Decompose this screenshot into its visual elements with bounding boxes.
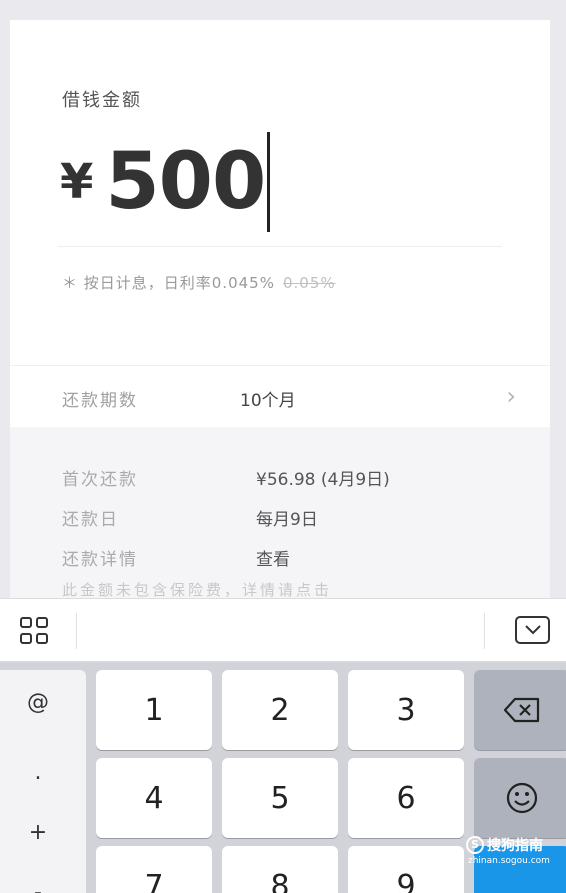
first-repayment-value: ¥56.98 (4月9日) xyxy=(256,470,390,490)
watermark: S 搜狗指南 zhinan.sogou.com xyxy=(466,835,562,875)
key-5[interactable]: 5 xyxy=(222,758,338,838)
watermark-logo: S xyxy=(466,836,484,854)
repayment-day-label: 还款日 xyxy=(62,510,119,530)
watermark-text: 搜狗指南 xyxy=(487,838,543,854)
backspace-icon xyxy=(503,697,541,723)
watermark-url: zhinan.sogou.com xyxy=(468,856,550,866)
key-6[interactable]: 6 xyxy=(348,758,464,838)
amount-label: 借钱金额 xyxy=(62,90,142,111)
repayment-term-row[interactable]: 还款期数 10个月 › xyxy=(10,365,550,427)
key-3[interactable]: 3 xyxy=(348,670,464,750)
amount-input[interactable]: ¥ 500 xyxy=(60,132,271,232)
keyboard-hide-icon[interactable] xyxy=(515,616,550,644)
repayment-detail-link[interactable]: 查看 xyxy=(256,545,290,570)
interest-rate: ＊ 按日计息，日利率0.045% xyxy=(62,274,275,292)
first-repayment-label: 首次还款 xyxy=(62,470,138,490)
key-1[interactable]: 1 xyxy=(96,670,212,750)
repayment-detail-label: 还款详情 xyxy=(62,550,138,570)
term-label: 还款期数 xyxy=(62,391,138,411)
key-8[interactable]: 8 xyxy=(222,846,338,893)
interest-note: ＊ 按日计息，日利率0.045% 0.05% xyxy=(62,272,336,293)
keyboard-toolbar xyxy=(0,598,566,662)
symbol-key-at[interactable]: @ xyxy=(0,690,76,715)
key-2[interactable]: 2 xyxy=(222,670,338,750)
divider xyxy=(58,246,502,247)
key-7[interactable]: 7 xyxy=(96,846,212,893)
symbol-column: @ . + - xyxy=(0,670,86,893)
currency-symbol: ¥ xyxy=(60,154,94,210)
symbol-key-minus[interactable]: - xyxy=(0,880,76,893)
repayment-day-value: 每月9日 xyxy=(256,510,318,530)
symbol-key-plus[interactable]: + xyxy=(0,820,76,845)
text-cursor xyxy=(267,132,271,232)
grid-icon[interactable] xyxy=(20,617,50,645)
toolbar-divider xyxy=(484,613,485,649)
interest-old-rate: 0.05% xyxy=(282,274,336,292)
key-9[interactable]: 9 xyxy=(348,846,464,893)
chevron-right-icon: › xyxy=(506,382,516,410)
watermark-main: S 搜狗指南 xyxy=(466,835,543,855)
symbol-key-dot[interactable]: . xyxy=(0,760,76,785)
emoji-key[interactable] xyxy=(474,758,566,838)
toolbar-divider xyxy=(76,613,77,649)
amount-value: 500 xyxy=(105,137,266,227)
insurance-note: 此金额未包含保险费，详情请点击 xyxy=(62,581,333,599)
term-value: 10个月 xyxy=(240,391,296,411)
amount-section: 借钱金额 ¥ 500 ＊ 按日计息，日利率0.045% 0.05% xyxy=(10,20,550,365)
delete-key[interactable] xyxy=(474,670,566,750)
key-4[interactable]: 4 xyxy=(96,758,212,838)
emoji-icon xyxy=(505,781,539,815)
repayment-details: 首次还款 ¥56.98 (4月9日) 还款日 每月9日 还款详情 查看 此金额未… xyxy=(10,427,550,600)
loan-card: 借钱金额 ¥ 500 ＊ 按日计息，日利率0.045% 0.05% 还款期数 10… xyxy=(10,20,550,600)
